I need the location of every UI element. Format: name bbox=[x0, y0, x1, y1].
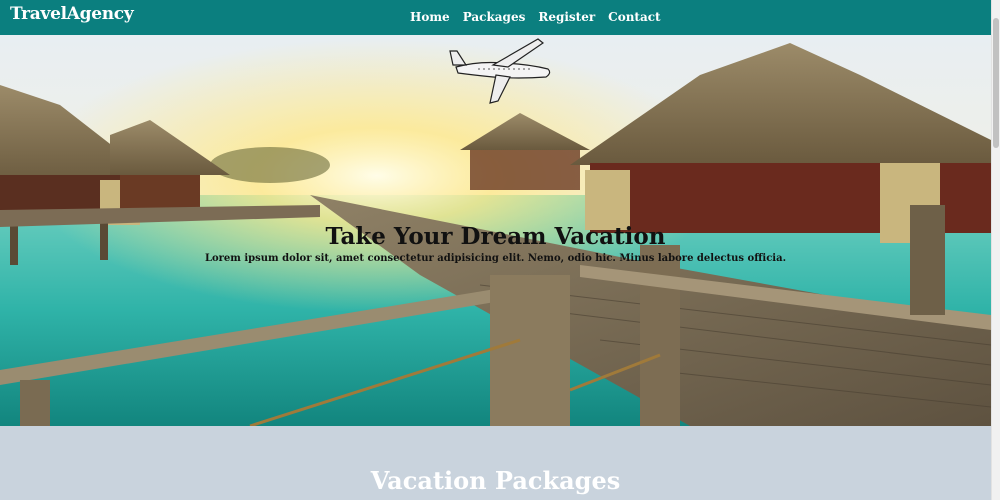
airplane-icon bbox=[449, 38, 551, 104]
nav-link-register[interactable]: Register bbox=[538, 10, 595, 24]
nav-link-home[interactable]: Home bbox=[410, 10, 450, 24]
packages-section: Vacation Packages bbox=[0, 426, 991, 500]
brand-logo[interactable]: TravelAgency bbox=[10, 4, 134, 24]
page-scrollbar[interactable] bbox=[991, 0, 1000, 500]
nav-link-packages[interactable]: Packages bbox=[463, 10, 526, 24]
nav-links: Home Packages Register Contact bbox=[410, 10, 661, 24]
hero-title: Take Your Dream Vacation bbox=[325, 223, 666, 250]
hero-section: Take Your Dream Vacation Lorem ipsum dol… bbox=[0, 35, 991, 426]
hero-text: Lorem ipsum dolor sit, amet consectetur … bbox=[204, 253, 787, 264]
nav-link-contact[interactable]: Contact bbox=[608, 10, 660, 24]
packages-title: Vacation Packages bbox=[370, 466, 621, 495]
scrollbar-thumb[interactable] bbox=[993, 18, 999, 148]
navbar: TravelAgency Home Packages Register Cont… bbox=[0, 0, 991, 35]
